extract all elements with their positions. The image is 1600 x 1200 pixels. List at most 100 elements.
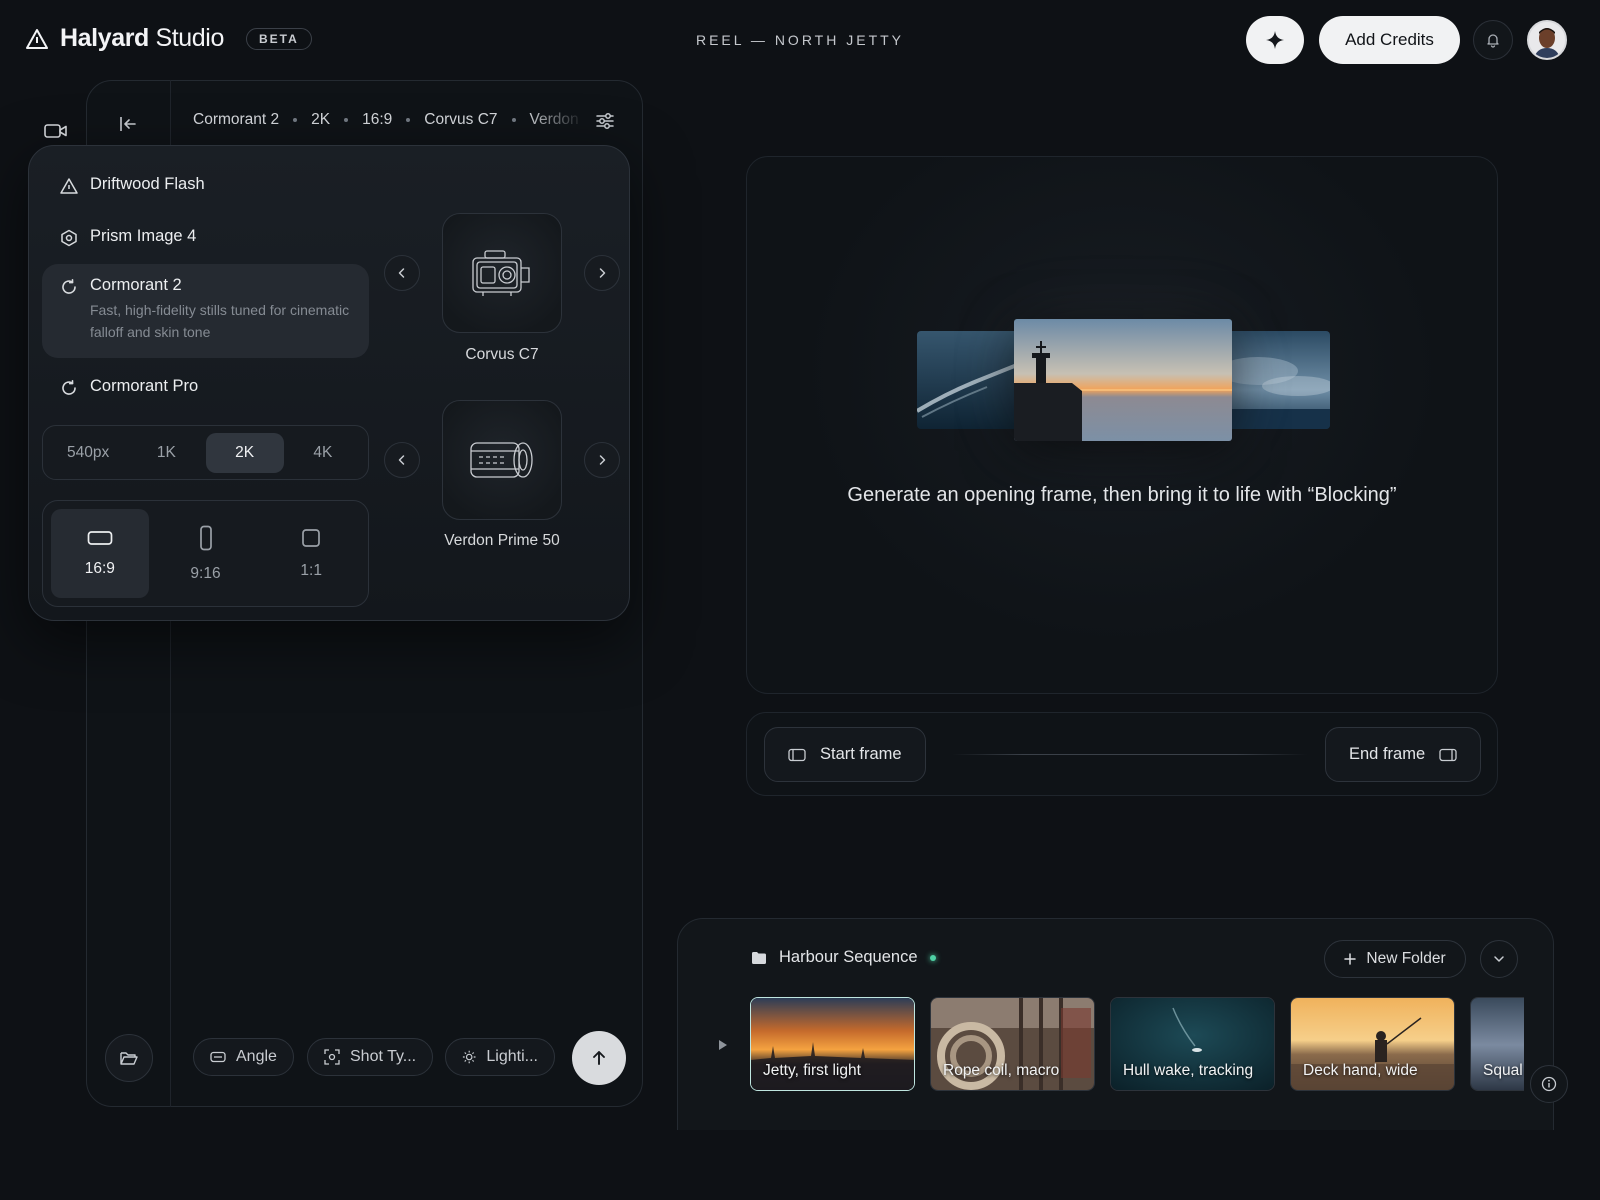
model-description: Fast, high-fidelity stills tuned for cin… xyxy=(90,302,350,340)
video-camera-icon xyxy=(44,124,67,138)
new-folder-label: New Folder xyxy=(1366,950,1446,967)
separator-dot xyxy=(344,118,349,122)
model-option-prism-image-4[interactable]: Prism Image 4 xyxy=(42,215,369,259)
resolution-option-1k[interactable]: 1K xyxy=(127,433,205,473)
sample-image-right xyxy=(1218,331,1330,429)
thumbnail-squall[interactable]: Squal xyxy=(1470,997,1524,1091)
square-frame-icon xyxy=(302,528,321,547)
lens-next-button[interactable] xyxy=(584,442,620,478)
sample-image-center xyxy=(1014,319,1232,441)
ocean-wake-image xyxy=(917,331,1029,429)
pill-label: Lighti... xyxy=(486,1048,538,1065)
portrait-frame-icon xyxy=(199,525,212,550)
aspect-label: 9:16 xyxy=(190,564,221,582)
collapse-left-icon xyxy=(120,117,136,131)
start-frame-button[interactable]: Start frame xyxy=(764,727,926,782)
new-folder-button[interactable]: New Folder xyxy=(1324,940,1466,978)
camera-card[interactable] xyxy=(442,213,562,333)
separator-dot xyxy=(511,118,516,122)
thumbnail-label: Deck hand, wide xyxy=(1303,1062,1418,1079)
thumbnail-label: Squal xyxy=(1483,1062,1523,1079)
frame-left-icon xyxy=(788,748,806,761)
sequence-menu-button[interactable] xyxy=(1480,940,1518,978)
video-mode-button[interactable] xyxy=(44,122,68,140)
preview-caption: Generate an opening frame, then bring it… xyxy=(847,484,1397,506)
aspect-ratio-selector: 16:9 9:16 1:1 xyxy=(42,500,369,607)
frame-connector-line xyxy=(952,754,1307,755)
thumbnail-deck-hand-wide[interactable]: Deck hand, wide xyxy=(1290,997,1455,1091)
shot-type-pill[interactable]: Shot Ty... xyxy=(307,1038,434,1076)
summary-lens: Verdon Prime 50 xyxy=(529,111,585,128)
resolution-option-4k[interactable]: 4K xyxy=(284,433,362,473)
model-name: Driftwood Flash xyxy=(90,175,205,193)
avatar[interactable] xyxy=(1527,20,1567,60)
camera-next-button[interactable] xyxy=(584,255,620,291)
resolution-option-540px[interactable]: 540px xyxy=(49,433,127,473)
lighthouse-sunset-image xyxy=(1014,319,1232,441)
model-option-cormorant-2[interactable]: Cormorant 2 Fast, high-fidelity stills t… xyxy=(42,264,369,358)
end-frame-button[interactable]: End frame xyxy=(1325,727,1482,782)
focus-frame-icon xyxy=(324,1049,340,1065)
summary-resolution: 2K xyxy=(311,111,331,128)
sample-image-left xyxy=(917,331,1029,429)
notifications-button[interactable] xyxy=(1473,20,1513,60)
thumbnail-jetty-first-light[interactable]: Jetty, first light xyxy=(750,997,915,1091)
user-avatar-icon xyxy=(1529,22,1565,58)
thumbnail-label: Rope coil, macro xyxy=(943,1062,1060,1079)
model-settings-popover: Driftwood Flash Prism Image 4 Cormorant … xyxy=(28,145,630,621)
play-sequence-button[interactable] xyxy=(718,1039,728,1051)
camera-name: Corvus C7 xyxy=(465,346,539,363)
generate-button[interactable] xyxy=(572,1031,626,1085)
chevron-right-icon xyxy=(599,268,606,278)
settings-summary[interactable]: Cormorant 2 2K 16:9 Corvus C7 Verdon Pri… xyxy=(193,108,585,132)
chevron-right-icon xyxy=(599,455,606,465)
sequence-thumbnails: Jetty, first light Rope coil, macro Hull… xyxy=(750,997,1524,1091)
thumbnail-hull-wake-tracking[interactable]: Hull wake, tracking xyxy=(1110,997,1275,1091)
resolution-selector: 540px 1K 2K 4K xyxy=(42,425,369,480)
aspect-label: 16:9 xyxy=(84,559,115,577)
chevron-left-icon xyxy=(398,455,405,465)
separator-dot xyxy=(293,118,298,122)
end-frame-label: End frame xyxy=(1349,745,1426,763)
cinema-camera-icon xyxy=(472,250,530,296)
play-icon xyxy=(719,1040,727,1050)
stormy-sky-image xyxy=(1218,331,1330,429)
status-indicator xyxy=(929,954,936,961)
model-name: Cormorant Pro xyxy=(90,377,199,395)
thumbnail-label: Hull wake, tracking xyxy=(1123,1062,1254,1079)
add-credits-button[interactable]: Add Credits xyxy=(1319,16,1460,64)
thumbnail-rope-coil-macro[interactable]: Rope coil, macro xyxy=(930,997,1095,1091)
angle-frame-icon xyxy=(210,1051,226,1063)
sparkle-icon xyxy=(1266,31,1284,49)
sun-icon xyxy=(462,1050,476,1064)
resolution-option-2k[interactable]: 2K xyxy=(205,432,284,473)
model-name: Prism Image 4 xyxy=(90,227,197,245)
pill-label: Angle xyxy=(236,1048,277,1065)
magic-button[interactable] xyxy=(1246,16,1304,64)
angle-pill[interactable]: Angle xyxy=(193,1038,294,1076)
open-folder-button[interactable] xyxy=(105,1034,153,1082)
collapse-panel-button[interactable] xyxy=(118,114,138,134)
info-button[interactable] xyxy=(1530,1065,1568,1103)
chevron-down-icon xyxy=(1494,956,1504,962)
lens-card[interactable] xyxy=(442,400,562,520)
frame-right-icon xyxy=(1439,748,1457,761)
sequence-title: Harbour Sequence xyxy=(779,948,918,966)
settings-button[interactable] xyxy=(594,110,616,132)
aspect-option-9-16[interactable]: 9:16 xyxy=(157,509,255,598)
lens-icon xyxy=(470,442,533,478)
lighting-pill[interactable]: Lighti... xyxy=(445,1038,555,1076)
landscape-frame-icon xyxy=(87,530,113,545)
plus-icon xyxy=(1344,953,1357,965)
info-icon xyxy=(1541,1076,1557,1092)
pill-label: Shot Ty... xyxy=(350,1048,417,1065)
lens-prev-button[interactable] xyxy=(384,442,420,478)
aspect-option-1-1[interactable]: 1:1 xyxy=(262,509,360,598)
model-option-driftwood-flash[interactable]: Driftwood Flash xyxy=(42,163,369,207)
sequence-header[interactable]: Harbour Sequence xyxy=(751,948,936,967)
aspect-option-16-9[interactable]: 16:9 xyxy=(51,509,149,598)
camera-prev-button[interactable] xyxy=(384,255,420,291)
model-option-cormorant-pro[interactable]: Cormorant Pro xyxy=(42,365,369,409)
aspect-label: 1:1 xyxy=(300,561,322,579)
model-name: Cormorant 2 xyxy=(90,276,182,294)
